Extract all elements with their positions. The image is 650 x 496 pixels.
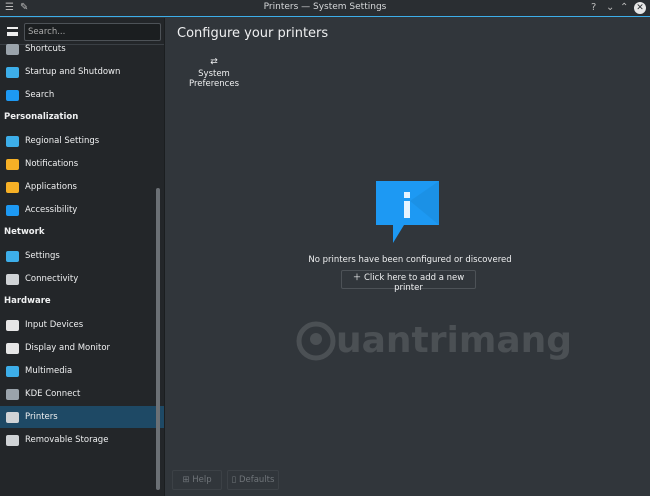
multimedia-icon xyxy=(6,365,19,377)
sidebar-item-printers[interactable]: Printers xyxy=(0,406,164,428)
watermark-logo: uantrimang xyxy=(296,320,572,361)
sidebar-item-label: Applications xyxy=(25,182,77,192)
sidebar-item-label: Search xyxy=(25,90,55,100)
sidebar-item-regional-settings[interactable]: Regional Settings xyxy=(0,130,164,152)
sidebar-item-label: Printers xyxy=(25,412,58,422)
flag-icon xyxy=(6,135,19,147)
sidebar-item-label: Regional Settings xyxy=(25,136,100,146)
settings-sliders-icon: ⇄ xyxy=(210,57,218,67)
system-preferences-label: System Preferences xyxy=(189,69,239,89)
sidebar-item-accessibility[interactable]: Accessibility xyxy=(0,199,164,221)
sidebar-item-startup-and-shutdown[interactable]: Startup and Shutdown xyxy=(0,61,164,83)
defaults-button[interactable]: ▯ Defaults xyxy=(227,470,279,490)
title-bar: ☰ ✎ Printers — System Settings ? ⌄ ⌃ ✕ xyxy=(0,0,650,17)
printer-icon xyxy=(6,411,19,423)
sidebar-item-kde-connect[interactable]: KDE Connect xyxy=(0,383,164,405)
monitor-icon xyxy=(6,342,19,354)
sidebar-item-label: KDE Connect xyxy=(25,389,81,399)
section-header: Network xyxy=(4,227,45,237)
share-icon xyxy=(6,273,19,285)
empty-message: No printers have been configured or disc… xyxy=(308,255,512,265)
sidebar-item-label: Multimedia xyxy=(25,366,73,376)
phone-icon xyxy=(6,388,19,400)
sidebar-scrollbar[interactable] xyxy=(156,188,160,490)
sidebar-item-multimedia[interactable]: Multimedia xyxy=(0,360,164,382)
maximize-button[interactable]: ⌃ xyxy=(620,2,628,14)
window-title: Printers — System Settings xyxy=(263,2,387,12)
sidebar-item-label: Shortcuts xyxy=(25,44,66,54)
sidebar-item-label: Display and Monitor xyxy=(25,343,111,353)
plus-icon: ＋ xyxy=(352,273,364,283)
sidebar-item-label: Input Devices xyxy=(25,320,84,330)
sidebar-item-label: Notifications xyxy=(25,159,79,169)
sidebar-item-removable-storage[interactable]: Removable Storage xyxy=(0,429,164,451)
sidebar-item-label: Removable Storage xyxy=(25,435,109,445)
info-icon xyxy=(376,181,439,243)
sidebar-item-connectivity[interactable]: Connectivity xyxy=(0,268,164,290)
hamburger-menu-icon[interactable] xyxy=(7,27,18,36)
section-header: Hardware xyxy=(4,296,51,306)
help-icon[interactable]: ? xyxy=(591,2,596,14)
add-printer-button[interactable]: ＋ Click here to add a new printer xyxy=(341,270,476,293)
minimize-button[interactable]: ⌄ xyxy=(606,2,614,14)
sidebar-item-display-and-monitor[interactable]: Display and Monitor xyxy=(0,337,164,359)
system-preferences-button[interactable]: ⇄ System Preferences xyxy=(177,57,251,89)
defaults-label: Defaults xyxy=(238,475,275,485)
sidebar-item-label: Accessibility xyxy=(25,205,78,215)
sidebar-item-label: Connectivity xyxy=(25,274,79,284)
accessibility-icon xyxy=(6,204,19,216)
sidebar-item-label: Startup and Shutdown xyxy=(25,67,121,77)
sidebar-item-applications[interactable]: Applications xyxy=(0,176,164,198)
sidebar-item-input-devices[interactable]: Input Devices xyxy=(0,314,164,336)
help-button[interactable]: ⊞ Help xyxy=(172,470,222,490)
search-icon xyxy=(6,89,19,101)
page-title: Configure your printers xyxy=(177,26,329,41)
sidebar-item-shortcuts[interactable]: Shortcuts xyxy=(0,38,164,60)
keyboard-icon xyxy=(6,43,19,55)
keyboard-icon xyxy=(6,319,19,331)
add-printer-label: Click here to add a new printer xyxy=(363,273,465,293)
sidebar-item-notifications[interactable]: Notifications xyxy=(0,153,164,175)
sidebar-item-search[interactable]: Search xyxy=(0,84,164,106)
bell-icon xyxy=(6,158,19,170)
drive-icon xyxy=(6,434,19,446)
help-label: Help xyxy=(192,475,212,485)
help-icon: ⊞ xyxy=(182,475,193,485)
document-icon: ▯ xyxy=(231,475,239,485)
monitor-icon xyxy=(6,66,19,78)
section-header: Personalization xyxy=(4,112,79,122)
star-icon xyxy=(6,181,19,193)
close-button[interactable]: ✕ xyxy=(634,2,646,14)
